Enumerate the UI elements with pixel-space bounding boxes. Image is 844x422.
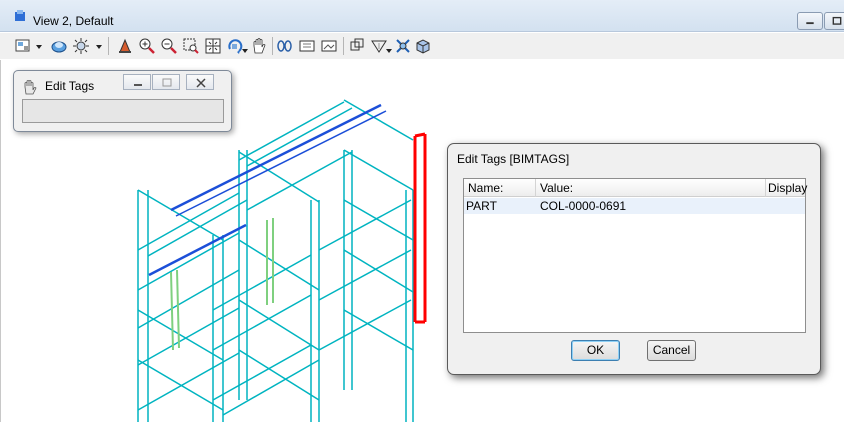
beam-line	[318, 199, 412, 251]
view-next-icon[interactable]	[298, 37, 316, 55]
tags-grid-header: Name: Value: Display	[464, 179, 807, 197]
view-settings-icon[interactable]	[414, 37, 432, 55]
beam-line	[137, 352, 240, 411]
beam-line	[137, 307, 240, 366]
column-header-name[interactable]: Name:	[464, 179, 536, 197]
copy-view-icon[interactable]	[320, 37, 338, 55]
small-minimize-button[interactable]	[123, 74, 151, 90]
beam-line	[212, 294, 312, 351]
pan-icon[interactable]	[250, 37, 268, 55]
beam-line	[238, 349, 320, 401]
tags-grid[interactable]: Name: Value: Display PART COL-0000-0691	[463, 178, 807, 333]
tag-display-cell[interactable]	[766, 198, 807, 214]
display-style-icon[interactable]	[50, 37, 68, 55]
toolbar-separator	[272, 37, 273, 55]
beam-line	[246, 151, 353, 211]
dropdown-arrow-icon[interactable]	[94, 37, 104, 55]
beam-line	[147, 199, 248, 257]
view-window-icon	[15, 10, 25, 21]
edit-tags-tool-window: Edit Tags	[13, 70, 232, 132]
beam-line	[212, 254, 312, 311]
beam-line	[343, 199, 414, 241]
small-close-button[interactable]	[186, 74, 214, 90]
column-header-value[interactable]: Value:	[536, 179, 766, 197]
cancel-button[interactable]: Cancel	[647, 340, 696, 361]
toolbar-separator	[108, 37, 109, 55]
beam-line	[318, 249, 412, 301]
dropdown-arrow-icon[interactable]	[240, 37, 250, 55]
view-window-title: View 2, Default	[33, 14, 114, 28]
edit-tags-tool-field[interactable]	[22, 99, 224, 123]
beam-line	[238, 299, 320, 351]
beam-line	[238, 239, 320, 291]
view-toolbar	[0, 33, 844, 59]
minimize-button[interactable]	[797, 12, 823, 30]
column-header-display[interactable]: Display	[766, 179, 807, 197]
blue-beam-line	[148, 223, 247, 277]
view-window-titlebar: View 2, Default	[0, 0, 844, 32]
edit-tags-hand-icon	[24, 80, 37, 95]
clip-volume-icon[interactable]	[348, 37, 366, 55]
dropdown-arrow-icon[interactable]	[34, 37, 44, 55]
zoom-in-icon[interactable]	[138, 37, 156, 55]
edit-tags-dialog-title: Edit Tags [BIMTAGS]	[457, 152, 570, 166]
restore-button[interactable]	[824, 12, 844, 30]
brace-line	[176, 269, 180, 349]
zoom-out-icon[interactable]	[160, 37, 178, 55]
window-area-icon[interactable]	[182, 37, 200, 55]
beam-line	[343, 249, 414, 293]
beam-line	[343, 149, 414, 191]
tag-name-cell[interactable]: PART	[464, 198, 536, 214]
dropdown-arrow-icon[interactable]	[384, 37, 394, 55]
beam-line	[318, 299, 412, 351]
beam-line	[137, 189, 224, 241]
view-previous-icon[interactable]	[276, 37, 294, 55]
render-icon[interactable]	[72, 37, 90, 55]
fit-view-icon[interactable]	[204, 37, 222, 55]
view-attributes-icon[interactable]	[14, 37, 32, 55]
camera-icon[interactable]	[394, 37, 412, 55]
edit-tags-tool-title: Edit Tags	[45, 79, 95, 93]
brace-line	[170, 271, 174, 351]
beam-line	[137, 309, 224, 361]
toolbar-separator	[343, 37, 344, 55]
edit-tags-dialog: Edit Tags [BIMTAGS] Name: Value: Display…	[447, 143, 821, 375]
small-maximize-button[interactable]	[152, 74, 180, 90]
beam-line	[246, 107, 353, 167]
ok-button[interactable]: OK	[571, 340, 620, 361]
tag-value-cell[interactable]: COL-0000-0691	[538, 198, 766, 214]
update-view-icon[interactable]	[116, 37, 134, 55]
selected-column-line	[414, 132, 426, 138]
table-row[interactable]: PART COL-0000-0691	[464, 198, 805, 214]
